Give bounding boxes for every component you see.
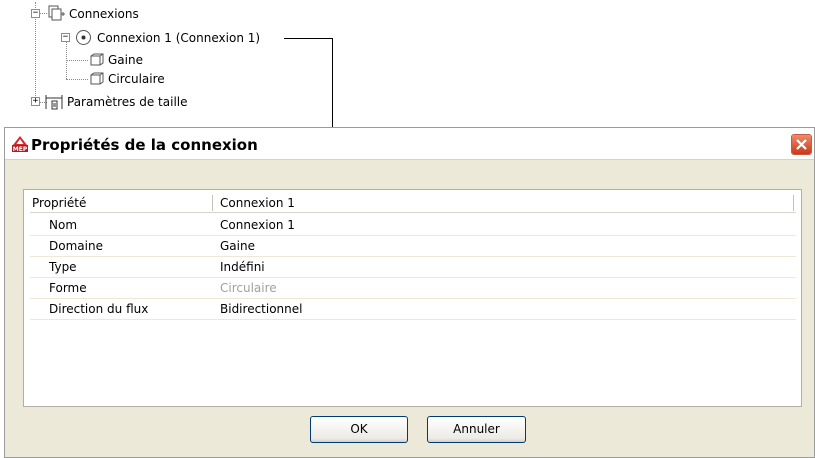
callout-line [332,38,333,127]
property-value[interactable]: Bidirectionnel [220,302,302,316]
property-value-disabled: Circulaire [220,281,277,295]
header-property: Propriété [32,196,87,210]
tree-line [66,60,88,61]
properties-panel: Propriété Connexion 1 Nom Connexion 1 Do… [23,189,802,407]
tree-item-circulaire[interactable]: Circulaire [108,72,165,86]
tree-line [39,13,47,14]
title-bar[interactable]: MEP Propriétés de la connexion [5,128,814,160]
properties-header: Propriété Connexion 1 [30,194,796,213]
property-name: Nom [49,218,78,232]
ok-button[interactable]: OK [310,416,408,443]
property-name: Domaine [49,239,103,253]
collapse-icon[interactable]: − [61,33,70,42]
property-row[interactable]: Type Indéfini [30,257,796,278]
connexions-icon [48,5,66,21]
connection-properties-dialog: MEP Propriétés de la connexion Propriété… [4,127,815,458]
tree-item-gaine[interactable]: Gaine [108,53,143,67]
collapse-icon[interactable]: − [31,9,40,18]
property-name: Type [49,260,77,274]
cancel-button[interactable]: Annuler [427,416,526,443]
tree-item-parametres-de-taille[interactable]: Paramètres de taille [67,95,188,109]
column-separator[interactable] [212,195,213,211]
tree-item-connexion-1[interactable]: Connexion 1 (Connexion 1) [97,31,260,45]
dialog-title: Propriétés de la connexion [31,136,258,154]
size-parameters-icon [45,94,63,110]
property-name: Direction du flux [49,302,149,316]
callout-line [284,38,333,39]
header-value: Connexion 1 [220,196,295,210]
property-row[interactable]: Domaine Gaine [30,236,796,257]
column-separator [793,195,794,211]
property-value[interactable]: Indéfini [220,260,265,274]
property-row[interactable]: Forme Circulaire [30,278,796,299]
svg-text:MEP: MEP [13,146,28,152]
cube-icon [90,53,104,66]
cube-icon [90,72,104,85]
property-row[interactable]: Nom Connexion 1 [30,215,796,236]
close-icon [792,135,811,154]
connection-point-icon [75,29,92,46]
property-value[interactable]: Gaine [220,239,255,253]
property-name: Forme [49,281,87,295]
tree-item-connexions[interactable]: Connexions [69,7,139,21]
tree-line [66,79,88,80]
close-button[interactable] [791,134,812,155]
expand-icon[interactable]: + [31,97,40,106]
property-row[interactable]: Direction du flux Bidirectionnel [30,299,796,320]
property-value[interactable]: Connexion 1 [220,218,295,232]
autocad-mep-icon: MEP [12,136,28,153]
